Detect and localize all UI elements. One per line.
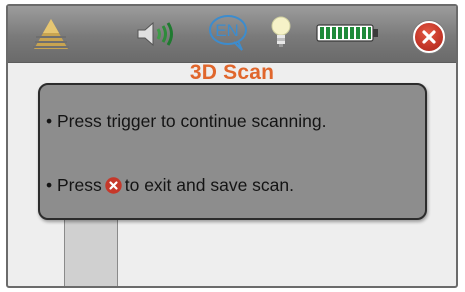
instruction-exit: • Press to exit and save scan. <box>46 175 294 196</box>
instruction-exit-prefix: • Press <box>46 175 102 195</box>
page-title: 3D Scan <box>189 61 275 84</box>
close-x-icon <box>422 30 436 44</box>
status-bar: EN <box>8 6 456 63</box>
battery-icon <box>316 24 378 42</box>
lightbulb-icon[interactable] <box>270 15 292 49</box>
language-label: EN <box>215 21 239 40</box>
instruction-dialog: • Press trigger to continue scanning. • … <box>38 83 427 220</box>
close-button[interactable] <box>413 21 445 53</box>
language-button[interactable]: EN <box>208 14 254 52</box>
instruction-exit-suffix: to exit and save scan. <box>124 175 295 195</box>
instruction-continue: • Press trigger to continue scanning. <box>46 111 327 131</box>
speaker-icon[interactable] <box>136 20 178 48</box>
close-x-icon <box>105 177 122 194</box>
logo-icon <box>33 19 69 49</box>
device-screen: EN 3D Scan • Press trigger to continue s… <box>6 4 458 288</box>
